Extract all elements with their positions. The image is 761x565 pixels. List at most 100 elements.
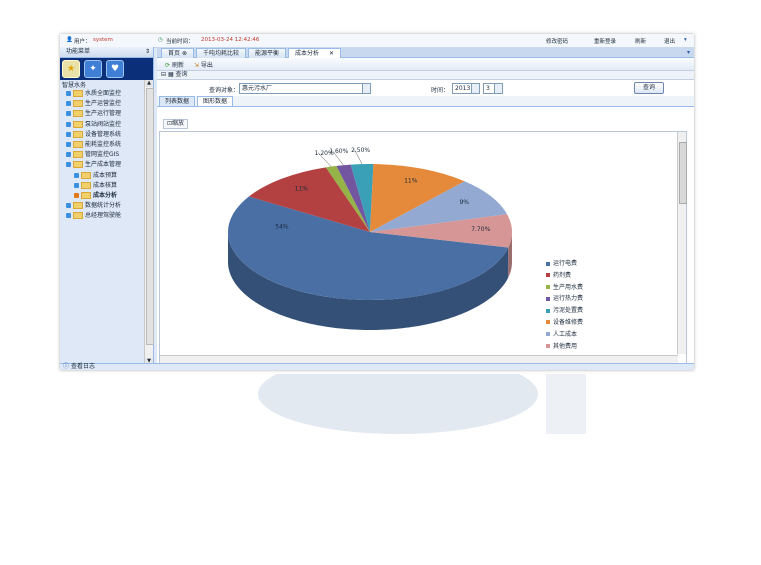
chevron-down-icon[interactable] [471, 84, 479, 93]
query-object-label: 查询对象： [209, 87, 240, 94]
folder-icon [81, 181, 91, 189]
reflection [60, 374, 694, 464]
legend-item[interactable]: 运行电费 [546, 258, 583, 270]
zoom-button[interactable]: ⊡缩放 [163, 119, 189, 129]
info-icon: ⓘ [63, 363, 70, 370]
tree-node[interactable]: 水质全面监控 [60, 89, 144, 99]
year-value: 2013 [455, 85, 471, 92]
tree-node[interactable]: 设备管理系统 [60, 130, 144, 140]
legend-swatch [546, 344, 550, 349]
logout-button[interactable]: 退出 [664, 37, 675, 45]
collapse-query-icon[interactable]: ⊟ [161, 71, 166, 78]
legend-label: 生产用水费 [553, 283, 584, 291]
favorites-icon[interactable]: ★ [62, 60, 80, 78]
close-icon[interactable]: ⊗ [182, 50, 187, 57]
tree-node[interactable]: 成本核算 [60, 181, 144, 191]
tree-node[interactable]: 数据统计分析 [60, 201, 144, 211]
tab-energy-compare[interactable]: 千吨均耗比较 [195, 48, 246, 58]
export-label: 导出 [200, 61, 213, 69]
legend-label: 药剂费 [553, 271, 572, 279]
legend-item[interactable]: 其他费用 [546, 341, 583, 353]
chart-vscrollbar[interactable] [677, 132, 687, 354]
legend-item[interactable]: 生产用水费 [546, 282, 583, 294]
data-label: 11% [295, 185, 309, 192]
subtab-strip: 列表数据 图形数据 [157, 96, 694, 107]
folder-icon [73, 120, 83, 128]
legend-label: 其他费用 [553, 342, 578, 350]
refresh-top-button[interactable]: 刷新 [635, 37, 646, 45]
chevron-down-icon[interactable] [362, 84, 370, 93]
legend-item[interactable]: 人工成本 [546, 329, 583, 341]
collapse-icon[interactable]: ▾ [684, 37, 687, 43]
tree-node-label: 总经理驾驶舱 [85, 212, 122, 220]
year-select[interactable]: 2013 [452, 83, 480, 94]
toggle-icon [66, 121, 71, 127]
legend-swatch [546, 320, 550, 325]
tree-node-selected[interactable]: 成本分析 [60, 191, 144, 201]
legend-label: 运行电费 [553, 260, 578, 267]
tree-node[interactable]: 生产成本管理 [60, 160, 144, 170]
location-icon[interactable]: ♥ [106, 60, 124, 78]
tab-cost-analysis[interactable]: 成本分析 ✕ [288, 48, 341, 58]
top-bar: 👤 用户： system ◷ 当前时间： 2013-03-24 12:42:46… [60, 34, 694, 48]
month-value: 3 [486, 85, 490, 92]
close-icon[interactable]: ✕ [329, 50, 334, 57]
tree-node[interactable]: 泵站阀站监控 [60, 120, 144, 130]
tab-home[interactable]: 首页 ⊗ [161, 48, 194, 58]
scroll-thumb[interactable] [679, 142, 687, 204]
tree-node-label: 生产运行管理 [85, 110, 122, 118]
tree-node[interactable]: 成本预算 [60, 171, 144, 181]
legend-label: 设备维修费 [553, 318, 584, 326]
folder-icon [73, 212, 83, 220]
tree-node[interactable]: 管网监控GIS [60, 150, 144, 160]
pin-icon[interactable]: ⇕ [145, 47, 150, 57]
tab-menu-icon[interactable]: ▾ [687, 49, 690, 56]
scroll-thumb[interactable] [146, 88, 154, 345]
tree-node-label: 生产成本管理 [85, 161, 122, 169]
folder-icon [73, 130, 83, 138]
folder-icon [73, 202, 83, 210]
subtab-chart-data[interactable]: 图形数据 [197, 96, 234, 106]
data-label: 9% [459, 199, 469, 206]
legend-item[interactable]: 药剂费 [546, 270, 583, 282]
chevron-down-icon[interactable] [494, 84, 502, 93]
chart-panel: 54% 11% 1.20% 1.60% 2.50% 11% 9% 7.70% 运行电费 药剂费生… [159, 131, 687, 365]
scroll-up-icon[interactable]: ▲ [145, 80, 153, 87]
main-area: 首页 ⊗ 千吨均耗比较 能源平衡 成本分析 ✕ ▾ ⟳ 刷新 ⇲ 导出 ⊟ ▦ … [157, 47, 694, 365]
legend-item[interactable]: 污泥处置费 [546, 305, 583, 317]
toggle-icon [66, 213, 71, 219]
tree-node-label: 成本预算 [93, 171, 118, 179]
view-log-link[interactable]: 查看日志 [71, 363, 95, 370]
tab-energy-balance[interactable]: 能源平衡 [247, 48, 286, 58]
query-panel-header[interactable]: ⊟ ▦ 查询 [157, 71, 694, 80]
refresh-button[interactable]: ⟳ 刷新 [165, 60, 184, 69]
change-password-button[interactable]: 修改密码 [546, 37, 568, 45]
subtab-list-data[interactable]: 列表数据 [159, 96, 196, 106]
legend-item[interactable]: 运行热力费 [546, 293, 583, 305]
tab-label: 首页 [168, 50, 181, 57]
query-object-select[interactable]: 惠元污水厂 [239, 83, 371, 94]
sidebar-icon-bar: ★ ✦ ♥ [60, 58, 153, 80]
zoom-label: 缩放 [172, 120, 185, 127]
nav-tree: 水质全面监控 生产运营监控 生产运行管理 泵站阀站监控 设备管理系统 能耗监控系… [60, 89, 144, 221]
legend-item[interactable]: 设备维修费 [546, 317, 583, 329]
sidebar-scrollbar[interactable]: ▲ ▼ [144, 80, 154, 365]
data-label: 1.60% [329, 148, 348, 155]
export-button[interactable]: ⇲ 导出 [194, 60, 213, 69]
folder-icon [73, 90, 83, 97]
toggle-icon [66, 141, 71, 147]
tools-icon[interactable]: ✦ [84, 60, 102, 78]
month-select[interactable]: 3 [483, 83, 503, 94]
tree-node[interactable]: 总经理驾驶舱 [60, 211, 144, 221]
tree-node-label: 水质全面监控 [85, 90, 122, 97]
query-button[interactable]: 查询 [634, 82, 665, 94]
tree-node-label: 成本分析 [93, 191, 118, 199]
table-icon: ▦ [167, 71, 174, 78]
tree-node[interactable]: 生产运行管理 [60, 109, 144, 119]
tree-node[interactable]: 能耗监控系统 [60, 140, 144, 150]
tree-node[interactable]: 生产运营监控 [60, 99, 144, 109]
legend-label: 污泥处置费 [553, 307, 584, 315]
export-icon: ⇲ [193, 61, 199, 69]
relogin-button[interactable]: 重新登录 [594, 37, 616, 45]
toggle-icon [66, 162, 71, 168]
